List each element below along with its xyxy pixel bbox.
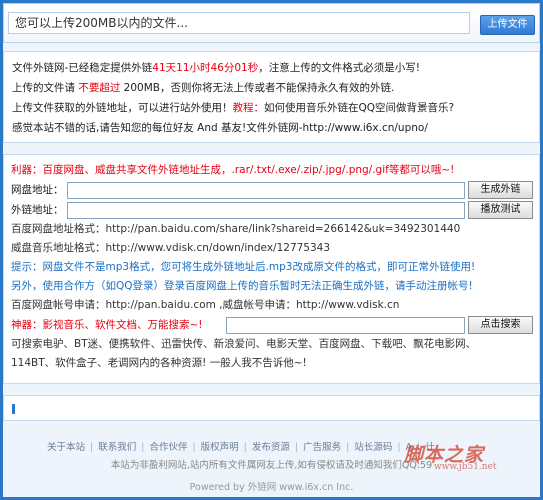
footer: 关于本站 | 联系我们 | 合作伙伴 | 版权声明 | 发布资源 | 广告服务 | 站长源码 | A | 计 本… (3, 431, 540, 497)
footer-link-contact[interactable]: 联系我们 (98, 442, 136, 453)
generate-link-button[interactable]: 生成外链 (468, 181, 533, 199)
netdisk-url-input[interactable] (67, 182, 465, 199)
info-line-status: 文件外链网-已经稳定提供外链41天11小时46分01秒，注意上传的文件格式必须是… (12, 58, 531, 78)
status-marker (12, 404, 15, 414)
account-apply-text: 百度网盘帐号申请：http://pan.baidu.com ,威盘帐号申请：ht… (11, 299, 400, 311)
play-test-button[interactable]: 播放测试 (468, 201, 533, 219)
footer-link-about[interactable]: 关于本站 (47, 442, 85, 453)
search-row: 神器：影视音乐、软件文档、万能搜索~! 点击搜索 (11, 315, 533, 335)
footer-disclaimer: 本站为非盈利网站,站内所有文件属网友上传,如有侵权请及时通知我们QQ:59 (110, 460, 433, 471)
baidu-format-text: 百度网盘地址格式：http://pan.baidu.com/share/link… (11, 223, 461, 235)
search-label: 神器：影视音乐、软件文档、万能搜索~! (11, 319, 203, 331)
info-line-share: 感觉本站不错的话,请告知您的每位好友 And 基友!文件外链网-http://w… (12, 118, 531, 138)
footer-link-a[interactable]: A (406, 442, 413, 453)
file-upload-input[interactable]: 您可以上传200MB以内的文件... (8, 12, 470, 34)
tutorial-label: 教程： (232, 102, 265, 114)
search-input[interactable] (226, 317, 465, 334)
size-warning: 不要超过 (78, 82, 121, 94)
footer-link-stats[interactable]: 计 (425, 442, 435, 453)
tool-tip-netdisk: 利器：百度网盘、威盘共享文件外链地址生成，.rar/.txt/.exe/.zip… (11, 161, 532, 180)
tool-tip-text: 百度网盘、威盘共享文件外链地址生成，.rar/.txt/.exe/.zip/.j… (42, 164, 455, 176)
info-text: 上传文件获取的外链地址，可以进行站外使用！ (12, 102, 233, 114)
page-frame: 您可以上传200MB以内的文件... 上传文件 文件外链网-已经稳定提供外链41… (3, 3, 540, 497)
info-text: 200MB，否则你将无法上传或者不能保持永久有效的外链. (120, 82, 395, 94)
footer-link-partners[interactable]: 合作伙伴 (149, 442, 187, 453)
external-row: 外链地址： 播放测试 (11, 200, 533, 220)
netdisk-label: 网盘地址： (11, 184, 64, 196)
netdisk-row: 网盘地址： 生成外链 (11, 180, 533, 200)
uptime-counter: 41天11小时46分01秒 (152, 62, 259, 74)
tutorial-link[interactable]: 如何使用音乐外链在QQ空间做背景音乐? (264, 102, 454, 114)
info-text: ，注意上传的文件格式必须是小写! (258, 62, 420, 74)
external-link-label: 外链地址： (11, 204, 64, 216)
info-line-tutorial: 上传文件获取的外链地址，可以进行站外使用！教程：如何使用音乐外链在QQ空间做背景… (12, 98, 531, 118)
status-strip (3, 395, 540, 421)
info-text: 上传的文件请 (12, 82, 79, 94)
footer-link-copyright[interactable]: 版权声明 (201, 442, 239, 453)
footer-links: 关于本站 | 联系我们 | 合作伙伴 | 版权声明 | 发布资源 | 广告服务 | 站长源码 | A | 计 (47, 442, 435, 453)
external-link-input[interactable] (67, 202, 465, 219)
footer-link-source[interactable]: 站长源码 (354, 442, 392, 453)
info-text: 文件外链网-已经稳定提供外链 (12, 62, 153, 74)
footer-link-ads[interactable]: 广告服务 (303, 442, 341, 453)
search-button[interactable]: 点击搜索 (468, 316, 533, 334)
upload-file-button[interactable]: 上传文件 (480, 15, 535, 35)
upload-bar: 您可以上传200MB以内的文件... 上传文件 (3, 3, 540, 43)
info-panel: 文件外链网-已经稳定提供外链41天11小时46分01秒，注意上传的文件格式必须是… (3, 51, 540, 143)
tools-panel: 利器：百度网盘、威盘共享文件外链地址生成，.rar/.txt/.exe/.zip… (3, 154, 540, 384)
tip-mp3-format: 提示：网盘文件不是mp3格式，您可将生成外链地址后.mp3改成原文件的格式，即可… (11, 261, 476, 273)
info-line-size-limit: 上传的文件请 不要超过 200MB，否则你将无法上传或者不能保持永久有效的外链. (12, 78, 531, 98)
search-desc-line1: 可搜索电驴、BT迷、便携软件、迅雷快传、新浪爱问、电影天堂、百度网盘、下载吧、飘… (11, 338, 477, 350)
share-text: 感觉本站不错的话,请告知您的每位好友 And 基友!文件外链网-http://w… (12, 122, 428, 134)
vdisk-format-text: 威盘音乐地址格式：http://www.vdisk.cn/down/index/… (11, 242, 331, 254)
footer-link-publish[interactable]: 发布资源 (252, 442, 290, 453)
tool-tip-prefix: 利器： (11, 164, 43, 176)
tip-qq-login: 另外，使用合作方（如QQ登录）登录百度网盘上传的音乐暂时无法正确生成外链，请手动… (11, 280, 473, 292)
footer-powered-by: Powered by 外链网 www.i6x.cn Inc. (189, 482, 354, 493)
search-desc-line2: 114BT、软件盒子、老调网内的各种资源! 一般人我不告诉他~! (11, 357, 307, 369)
